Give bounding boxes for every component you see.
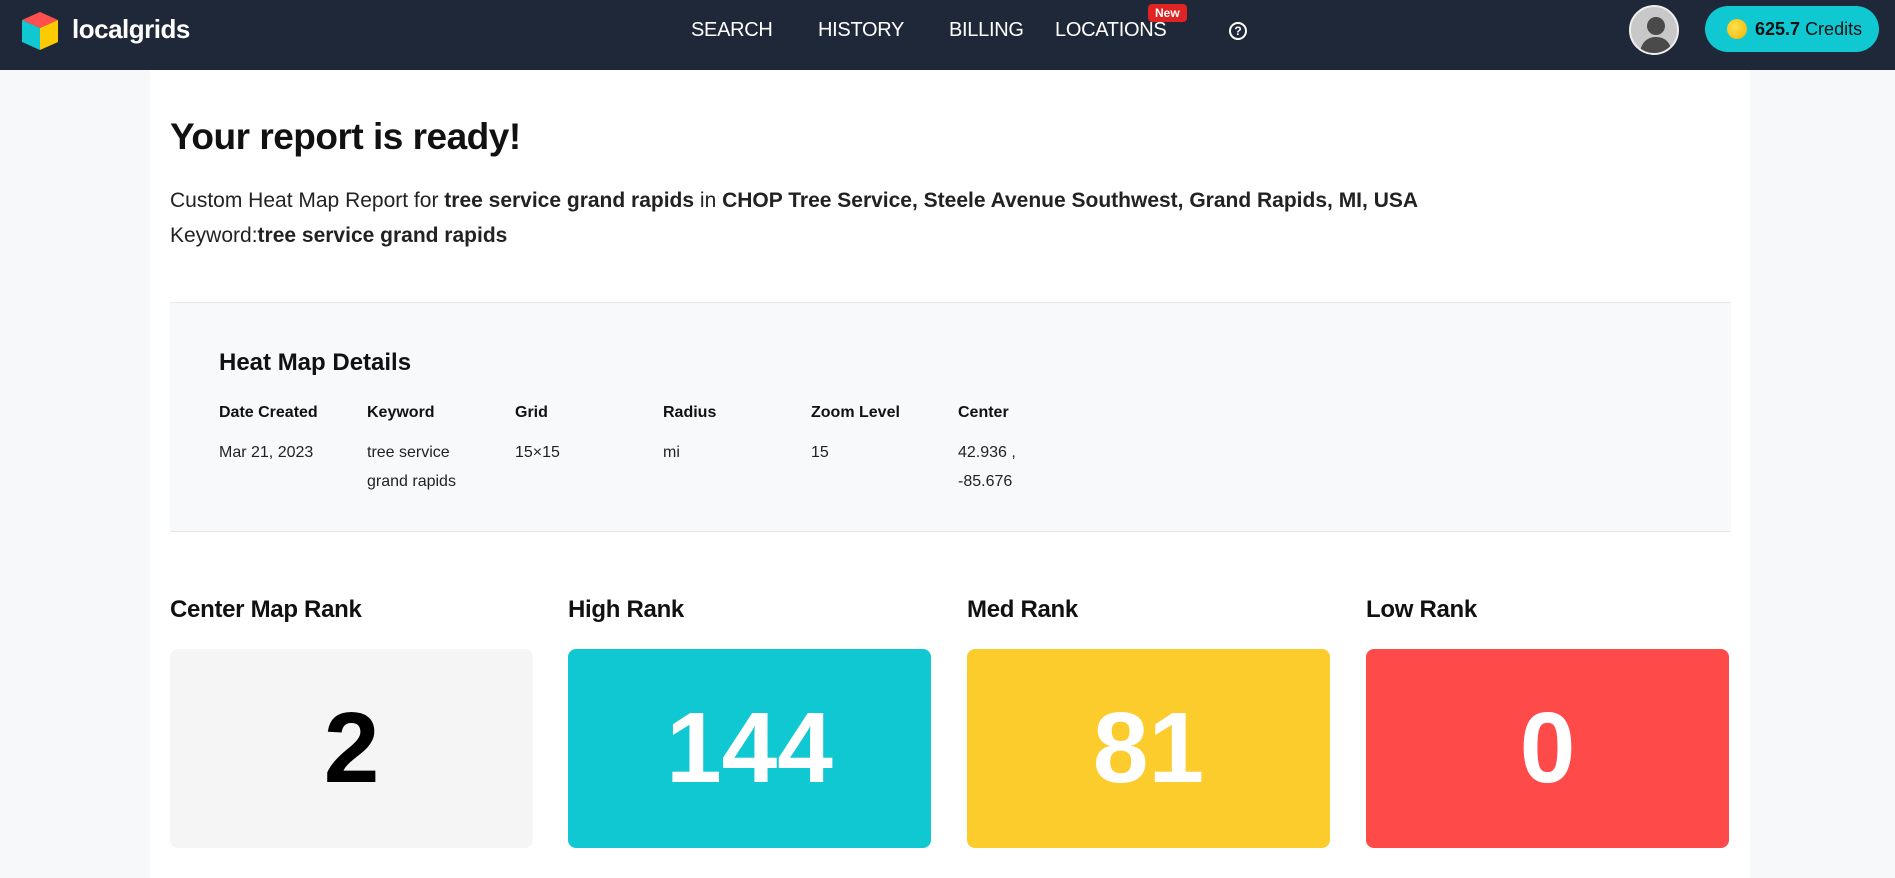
user-silhouette-icon [1639,17,1673,53]
intro-keyword: tree service grand rapids [444,189,695,212]
detail-date: Date Created Mar 21, 2023 [219,404,359,467]
help-icon[interactable]: ? [1229,22,1247,40]
heat-map-details: Heat Map Details Date Created Mar 21, 202… [170,302,1731,532]
detail-value: 15×15 [515,444,560,461]
new-badge: New [1148,4,1187,22]
high-rank-card: 144 [568,649,931,848]
detail-label: Date Created [219,404,318,421]
detail-keyword: Keyword tree service grand rapids [367,404,487,496]
detail-zoom: Zoom Level 15 [811,404,951,467]
page-title: Your report is ready! [170,116,521,157]
med-rank-label: Med Rank [967,596,1078,623]
detail-value: tree service grand rapids [367,444,456,490]
center-rank-label: Center Map Rank [170,596,362,623]
avatar[interactable] [1629,5,1679,55]
intro-prefix: Custom Heat Map Report for [170,189,445,212]
intro-in: in [694,189,723,212]
keyword-label: Keyword: [170,224,258,247]
nav-search[interactable]: SEARCH [691,19,773,42]
keyword-line: Keyword:tree service grand rapids [170,224,507,248]
credits-amount: 625.7 [1755,18,1801,39]
nav-locations[interactable]: LOCATIONS [1055,19,1167,42]
intro-location: CHOP Tree Service, Steele Avenue Southwe… [722,189,1419,212]
brand-name[interactable]: localgrids [72,14,190,45]
detail-radius: Radius mi [663,404,803,467]
credits-label: Credits [1805,18,1863,39]
nav-history[interactable]: HISTORY [818,19,904,42]
keyword-value: tree service grand rapids [257,224,508,247]
detail-value: mi [663,444,680,461]
top-nav: localgrids SEARCH HISTORY BILLING LOCATI… [0,0,1895,70]
detail-value: Mar 21, 2023 [219,444,314,461]
details-title: Heat Map Details [219,349,412,376]
nav-billing[interactable]: BILLING [949,19,1024,42]
center-rank-card: 2 [170,649,533,848]
coin-icon [1727,19,1747,39]
low-rank-label: Low Rank [1366,596,1477,623]
detail-label: Radius [663,404,717,421]
detail-value: 42.936 , -85.676 [958,444,1016,490]
detail-center: Center 42.936 , -85.676 [958,404,1038,496]
high-rank-label: High Rank [568,596,684,623]
low-rank-card: 0 [1366,649,1729,848]
detail-label: Zoom Level [811,404,900,421]
report-intro: Custom Heat Map Report for tree service … [170,189,1418,213]
detail-label: Keyword [367,404,435,421]
detail-grid: Grid 15×15 [515,404,655,467]
credits-button[interactable]: 625.7 Credits [1705,6,1879,52]
detail-label: Center [958,404,1009,421]
logo-cube-icon[interactable] [20,10,60,52]
detail-value: 15 [811,444,829,461]
med-rank-card: 81 [967,649,1330,848]
detail-label: Grid [515,404,548,421]
